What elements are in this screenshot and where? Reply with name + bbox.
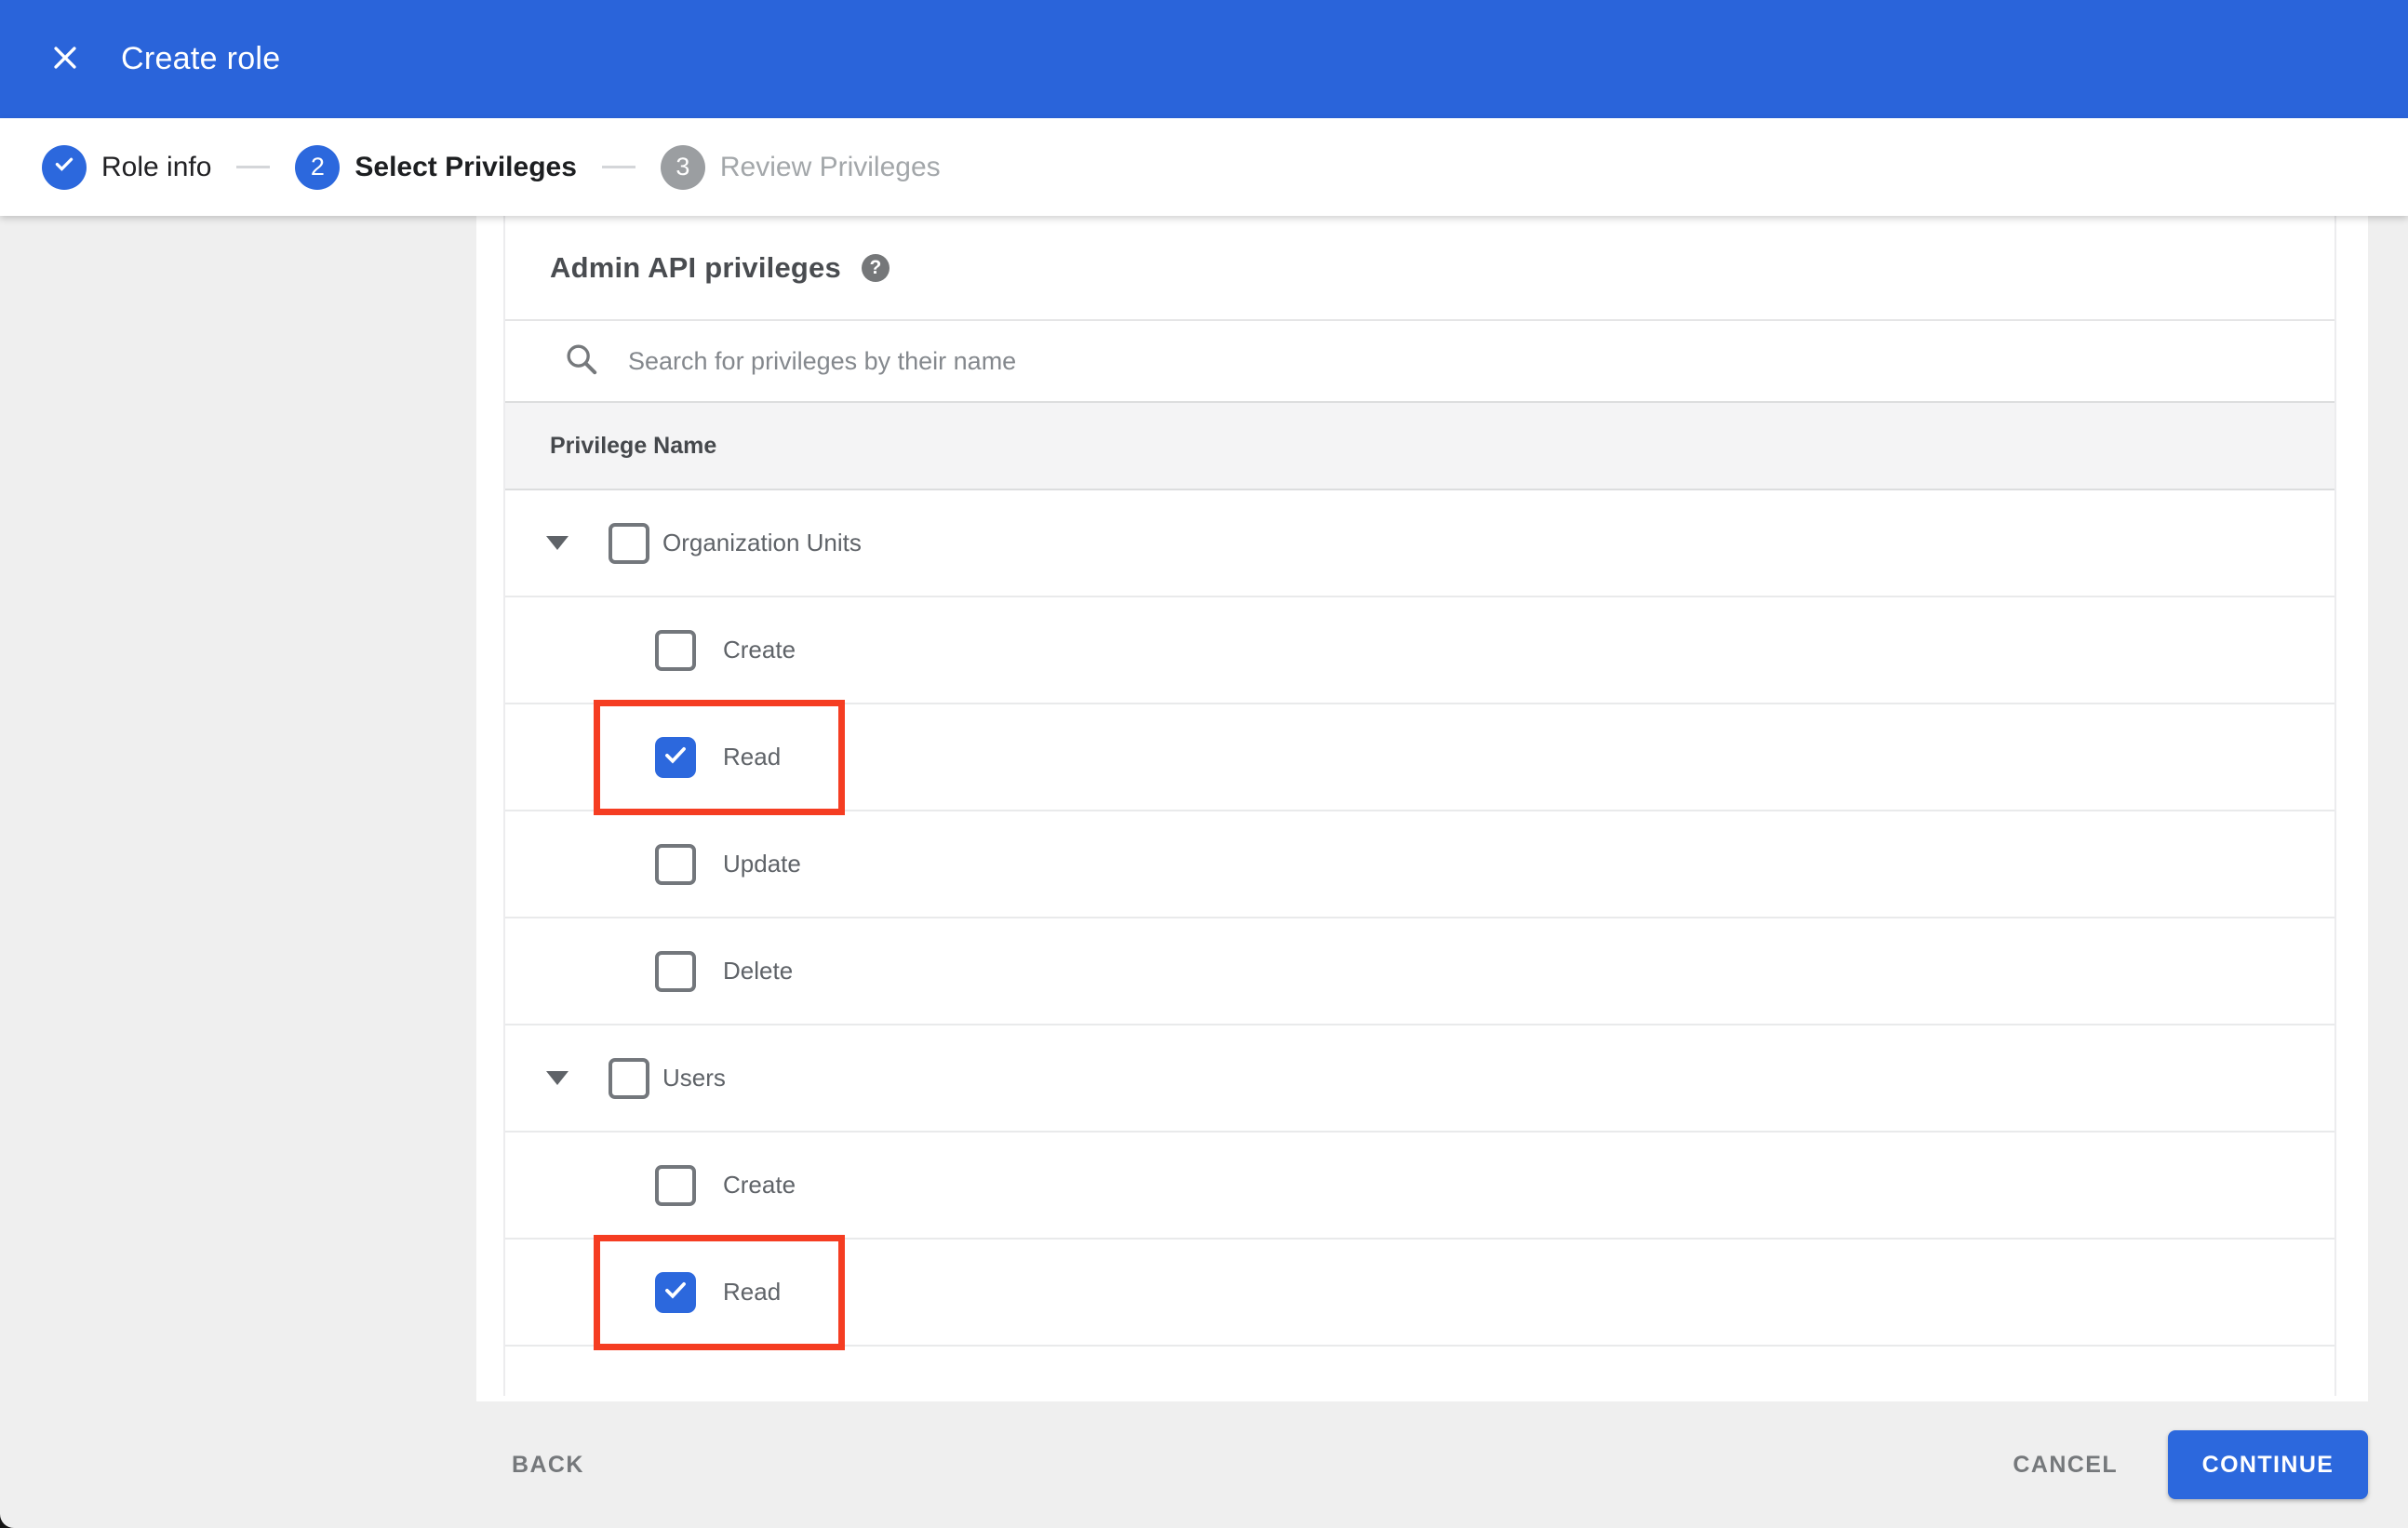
continue-button[interactable]: CONTINUE	[2168, 1430, 2368, 1499]
step-role-info[interactable]: Role info	[42, 144, 212, 190]
privilege-label: Read	[723, 743, 782, 771]
create-role-dialog: Create role Role info 2 Select Privilege…	[0, 0, 2408, 1528]
collapse-triangle-icon[interactable]	[546, 536, 569, 550]
help-icon[interactable]: ?	[861, 253, 890, 282]
privilege-row-cutoff	[505, 1347, 2334, 1396]
annotation-highlight-box	[594, 1235, 845, 1350]
app-bar: Create role	[0, 0, 2408, 118]
checkbox-org-units-update[interactable]	[655, 843, 696, 885]
group-checkbox-organization-units[interactable]	[609, 522, 649, 564]
step-complete-icon	[42, 144, 87, 190]
step-label: Review Privileges	[719, 151, 941, 182]
step-connector	[601, 166, 635, 168]
step-review-privileges[interactable]: 3 Review Privileges	[660, 144, 941, 190]
checkmark-icon	[661, 740, 690, 774]
search-icon	[563, 341, 600, 382]
privilege-label: Create	[723, 1171, 796, 1199]
search-input[interactable]	[628, 346, 1931, 376]
privilege-label: Delete	[723, 957, 794, 985]
wizard-stepper: Role info 2 Select Privileges 3 Review P…	[0, 118, 2408, 216]
step-number-badge: 2	[295, 144, 341, 190]
privilege-group-row: Organization Units	[505, 490, 2334, 597]
checkbox-org-units-create[interactable]	[655, 629, 696, 671]
privilege-group-row: Users	[505, 1025, 2334, 1133]
annotation-highlight-box	[594, 700, 845, 815]
privilege-row: Create	[505, 597, 2334, 704]
checkbox-users-create[interactable]	[655, 1164, 696, 1206]
privilege-row: Update	[505, 811, 2334, 918]
page-background: Admin API privileges ? Privilege Name	[0, 216, 2408, 1528]
privilege-label: Users	[662, 1064, 726, 1092]
privileges-card: Admin API privileges ? Privilege Name	[476, 216, 2368, 1401]
step-number-badge: 3	[660, 144, 705, 190]
column-header-privilege-name: Privilege Name	[550, 432, 717, 459]
checkmark-icon	[661, 1275, 690, 1309]
step-label: Role info	[101, 151, 212, 182]
privilege-row: Create	[505, 1133, 2334, 1240]
step-label: Select Privileges	[355, 151, 577, 182]
privileges-table: Admin API privileges ? Privilege Name	[503, 216, 2336, 1396]
checkbox-users-read[interactable]	[655, 1271, 696, 1313]
step-select-privileges[interactable]: 2 Select Privileges	[295, 144, 577, 190]
close-button[interactable]	[41, 35, 89, 84]
close-icon	[49, 42, 81, 76]
checkbox-org-units-delete[interactable]	[655, 950, 696, 992]
privilege-label: Organization Units	[662, 529, 862, 556]
back-button[interactable]: BACK	[512, 1452, 584, 1479]
panel-heading-row: Admin API privileges ?	[505, 216, 2334, 321]
table-header: Privilege Name	[505, 401, 2334, 490]
footer-bar: BACK CANCEL CONTINUE	[0, 1401, 2408, 1528]
privilege-row: Read	[505, 700, 2334, 815]
privilege-row: Delete	[505, 918, 2334, 1025]
privilege-label: Update	[723, 850, 801, 878]
privilege-label: Read	[723, 1278, 782, 1306]
panel-heading: Admin API privileges	[550, 250, 841, 284]
cancel-button[interactable]: CANCEL	[2013, 1452, 2118, 1479]
privilege-label: Create	[723, 636, 796, 663]
checkbox-org-units-read[interactable]	[655, 736, 696, 778]
collapse-triangle-icon[interactable]	[546, 1071, 569, 1085]
step-connector	[236, 166, 271, 168]
dialog-title: Create role	[121, 41, 281, 76]
group-checkbox-users[interactable]	[609, 1057, 649, 1099]
checkmark-icon	[52, 152, 76, 182]
privilege-row: Read	[505, 1235, 2334, 1350]
search-row	[505, 321, 2334, 401]
